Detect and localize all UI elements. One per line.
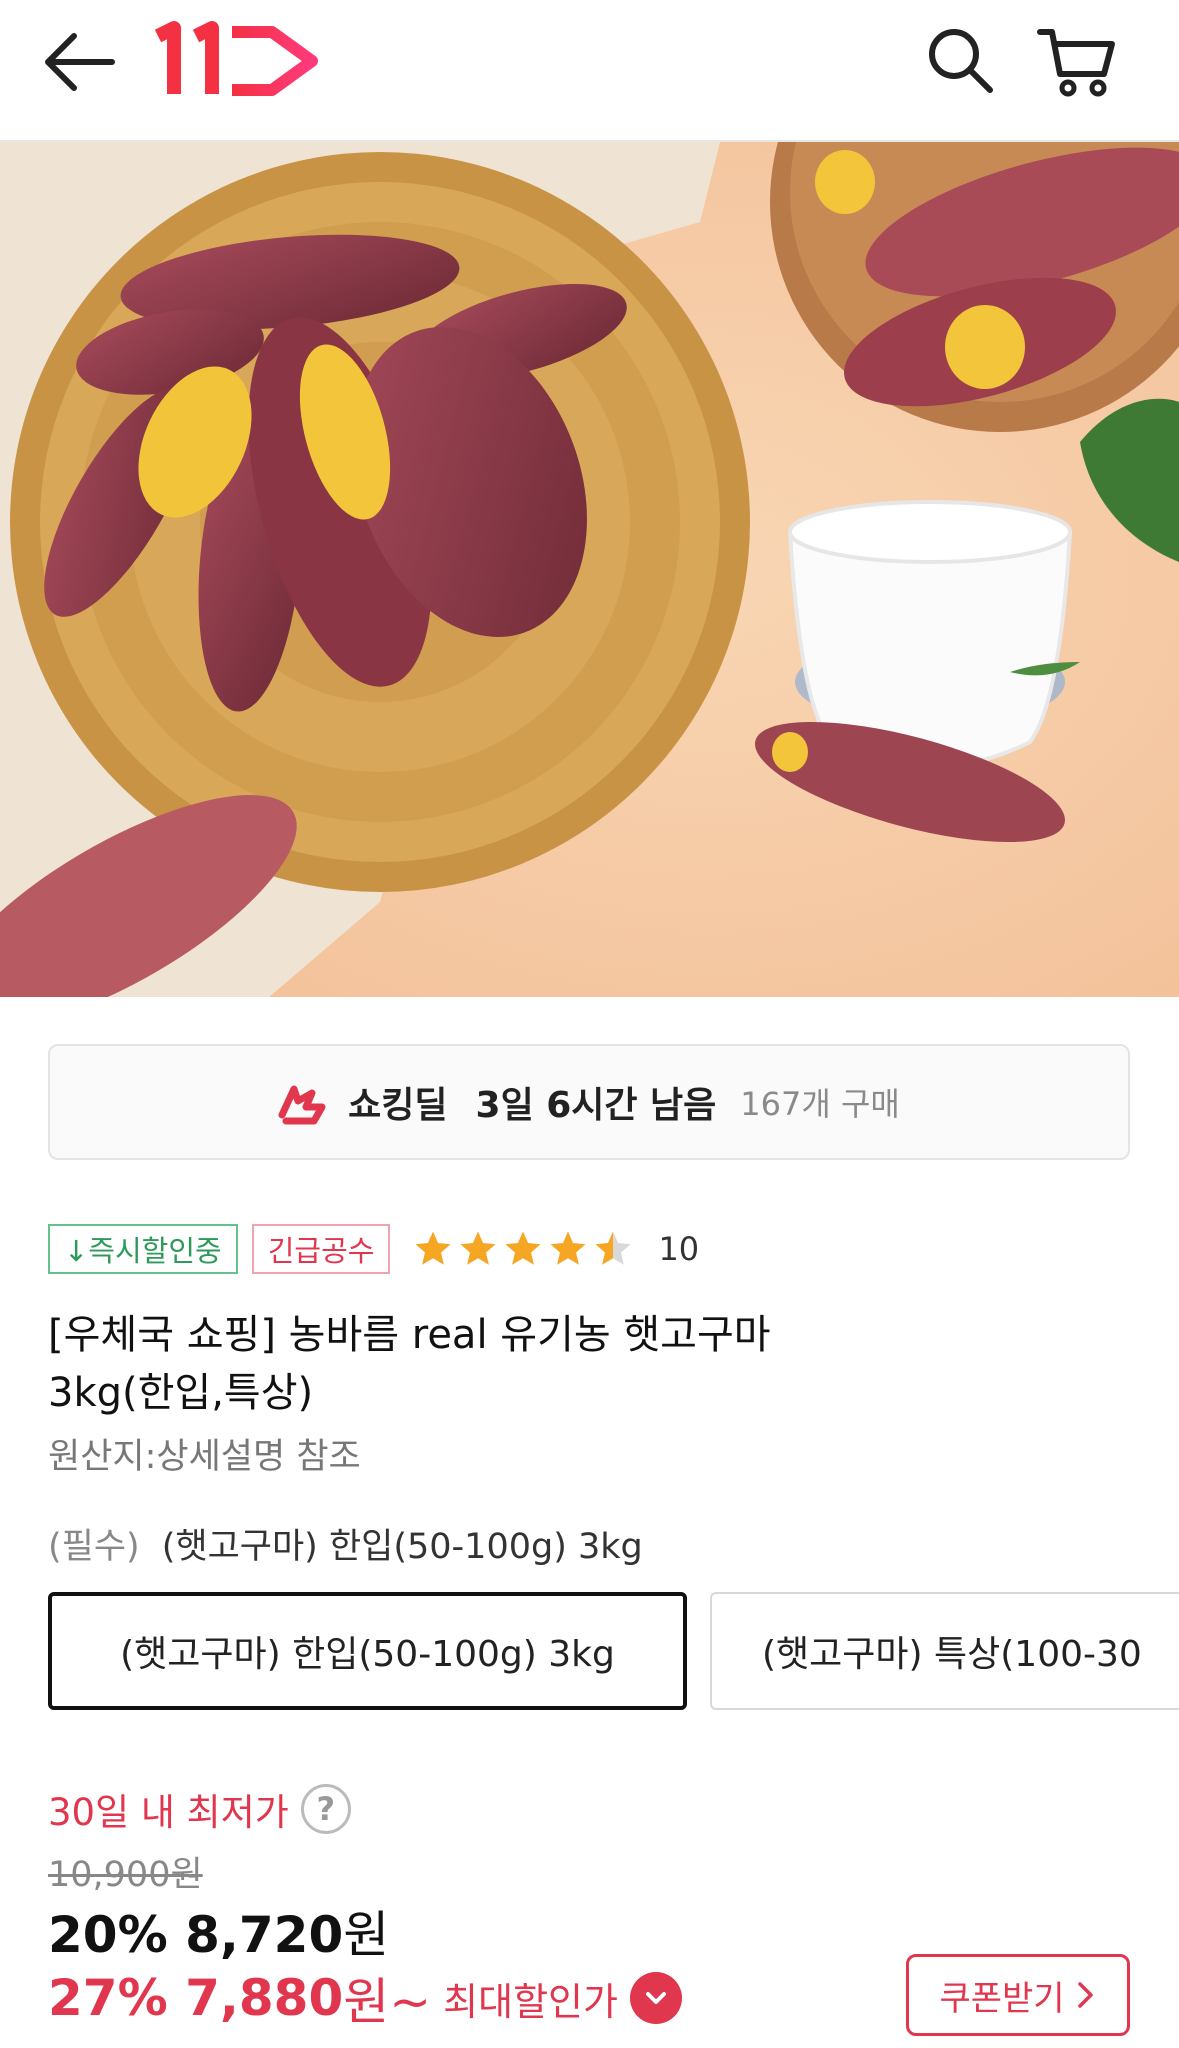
sale-price-value: 8,720 xyxy=(185,1906,344,1964)
shocking-deal-icon xyxy=(278,1085,326,1125)
option-button-selected[interactable]: (햇고구마) 한입(50-100g) 3kg xyxy=(48,1592,687,1710)
star-icon xyxy=(550,1231,586,1265)
star-icon xyxy=(460,1231,496,1265)
max-price-value: 7,880 xyxy=(185,1969,344,2027)
star-rating[interactable] xyxy=(412,1228,634,1270)
urgent-supply-badge: 긴급공수 xyxy=(251,1224,391,1274)
help-icon[interactable]: ? xyxy=(300,1784,351,1834)
max-discount-rate: 27% xyxy=(48,1969,168,2027)
cart-icon[interactable] xyxy=(1034,18,1118,102)
max-price-unit: 원~ xyxy=(343,1973,432,2031)
star-icon xyxy=(505,1231,541,1265)
product-title-line2: 3kg(한입,특상) xyxy=(48,1370,314,1416)
logo-11st[interactable] xyxy=(152,14,332,104)
original-price: 10,900원 xyxy=(48,1855,203,1895)
option-button[interactable]: (햇고구마) 특상(100-30 xyxy=(710,1592,1179,1710)
required-label: (필수) xyxy=(48,1527,140,1567)
half-star-icon xyxy=(595,1231,631,1265)
deal-purchase-count: 167개 구매 xyxy=(740,1085,900,1123)
selected-option-summary: (필수) (햇고구마) 한입(50-100g) 3kg xyxy=(48,1518,643,1569)
coupon-label: 쿠폰받기 xyxy=(939,1978,1065,2019)
star-icon xyxy=(415,1231,451,1265)
deal-name: 쇼킹딜 xyxy=(348,1085,448,1126)
deal-time-remaining: 3일 6시간 남음 xyxy=(475,1085,717,1126)
top-app-bar xyxy=(0,0,1179,142)
back-arrow-icon[interactable] xyxy=(40,22,120,102)
lowest-price-30days: 30일 내 최저가 ? xyxy=(48,1782,351,1836)
sale-price-unit: 원 xyxy=(343,1906,390,1964)
product-image[interactable] xyxy=(0,142,1179,997)
coupon-button[interactable]: 쿠폰받기 xyxy=(906,1954,1130,2036)
origin-info: 원산지:상세설명 참조 xyxy=(48,1437,361,1477)
shocking-deal-bar[interactable]: 쇼킹딜 3일 6시간 남음 167개 구매 xyxy=(48,1044,1130,1160)
lowest-price-label: 30일 내 최저가 xyxy=(48,1791,289,1834)
selected-option-value: (햇고구마) 한입(50-100g) 3kg xyxy=(161,1527,643,1567)
sale-price: 20% 8,720원 xyxy=(48,1895,389,1967)
instant-discount-badge: ↓즉시할인중 xyxy=(48,1224,238,1274)
review-count[interactable]: 10 xyxy=(658,1230,699,1268)
max-discount-label: 최대할인가 xyxy=(443,1979,618,2024)
max-discount-price[interactable]: 27% 7,880 원~ 최대할인가 xyxy=(48,1962,682,2034)
discount-rate: 20% xyxy=(48,1906,168,1964)
product-title: [우체국 쇼핑] 농바름 real 유기농 햇고구마 3kg(한입,특상) xyxy=(48,1306,1088,1422)
chevron-right-icon xyxy=(1077,1982,1093,2008)
badge-row: ↓즉시할인중 긴급공수 10 xyxy=(48,1222,699,1276)
chevron-down-icon[interactable] xyxy=(629,1972,682,2024)
product-title-line1: [우체국 쇼핑] 농바름 real 유기농 햇고구마 xyxy=(48,1312,771,1358)
search-icon[interactable] xyxy=(920,20,1000,100)
